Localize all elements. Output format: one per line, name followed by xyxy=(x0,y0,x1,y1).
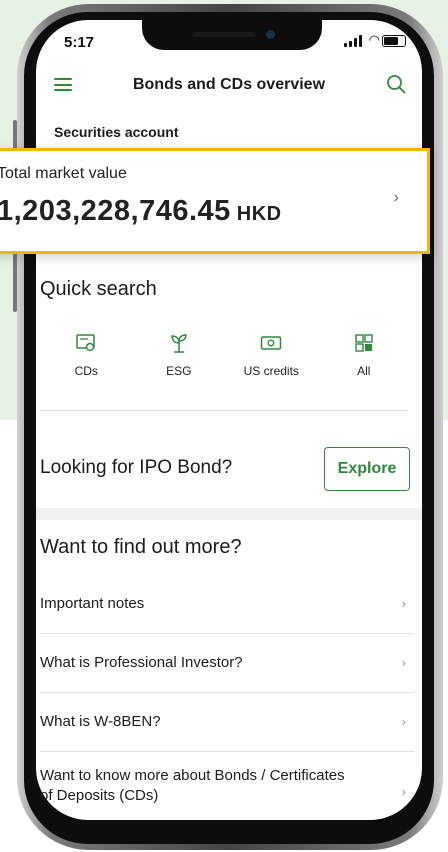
chevron-right-icon: › xyxy=(401,784,406,799)
quick-search-esg[interactable]: ESG xyxy=(133,332,226,378)
battery-icon xyxy=(382,35,406,47)
list-item-label: What is Professional Investor? xyxy=(40,654,243,671)
list-item-label: Want to know more about Bonds / Certific… xyxy=(40,767,345,804)
speaker xyxy=(192,32,256,37)
list-item-bonds-cds[interactable]: Want to know more about Bonds / Certific… xyxy=(40,756,414,816)
quick-search-label: ESG xyxy=(166,364,192,378)
market-value-amount: 1,203,228,746.45 HKD xyxy=(0,195,282,228)
market-value-label: Total market value xyxy=(0,165,127,182)
list-item-important-notes[interactable]: Important notes › xyxy=(40,578,414,634)
list-item-w8ben[interactable]: What is W-8BEN? › xyxy=(40,696,414,752)
quick-search-row: CDs ESG US credits All xyxy=(40,332,410,378)
chevron-right-icon: › xyxy=(401,714,406,729)
phone-volume-down xyxy=(13,252,17,312)
securities-account-label: Securities account xyxy=(54,124,179,140)
list-item-label: What is W-8BEN? xyxy=(40,713,161,730)
section-separator xyxy=(36,508,422,520)
status-bar: 5:17 ◠ xyxy=(36,20,422,64)
plant-icon xyxy=(170,334,187,353)
list-item-label: Important notes xyxy=(40,595,145,612)
ipo-bond-text: Looking for IPO Bond? xyxy=(40,457,233,478)
chevron-right-icon: › xyxy=(401,655,406,670)
quick-search-title: Quick search xyxy=(40,278,157,300)
market-value-currency: HKD xyxy=(236,203,282,225)
grid-icon xyxy=(355,334,373,352)
chevron-right-icon: › xyxy=(393,189,399,206)
page-title: Bonds and CDs overview xyxy=(132,76,326,93)
quick-search-label: US credits xyxy=(243,364,299,378)
search-icon[interactable] xyxy=(386,74,406,94)
market-value-card[interactable]: Total market value 1,203,228,746.45 HKD › xyxy=(0,148,430,254)
status-time: 5:17 xyxy=(64,34,95,51)
quick-search-label: All xyxy=(357,364,371,378)
certificate-icon xyxy=(76,334,95,352)
chevron-right-icon: › xyxy=(401,596,406,611)
list-item-professional-investor[interactable]: What is Professional Investor? › xyxy=(40,637,414,693)
quick-search-label: CDs xyxy=(74,364,98,378)
top-nav: Bonds and CDs overview xyxy=(36,64,422,104)
banknote-icon xyxy=(261,336,282,350)
divider xyxy=(40,410,408,411)
camera-icon xyxy=(266,30,275,39)
quick-search-cds[interactable]: CDs xyxy=(40,332,133,378)
signal-icon xyxy=(344,35,362,47)
market-value-number: 1,203,228,746.45 xyxy=(0,195,231,227)
notch xyxy=(142,20,322,50)
quick-search-all[interactable]: All xyxy=(318,332,411,378)
wifi-icon: ◠ xyxy=(368,32,380,47)
explore-button[interactable]: Explore xyxy=(324,447,410,491)
find-out-more-title: Want to find out more? xyxy=(40,536,242,558)
quick-search-us-credits[interactable]: US credits xyxy=(225,332,318,378)
